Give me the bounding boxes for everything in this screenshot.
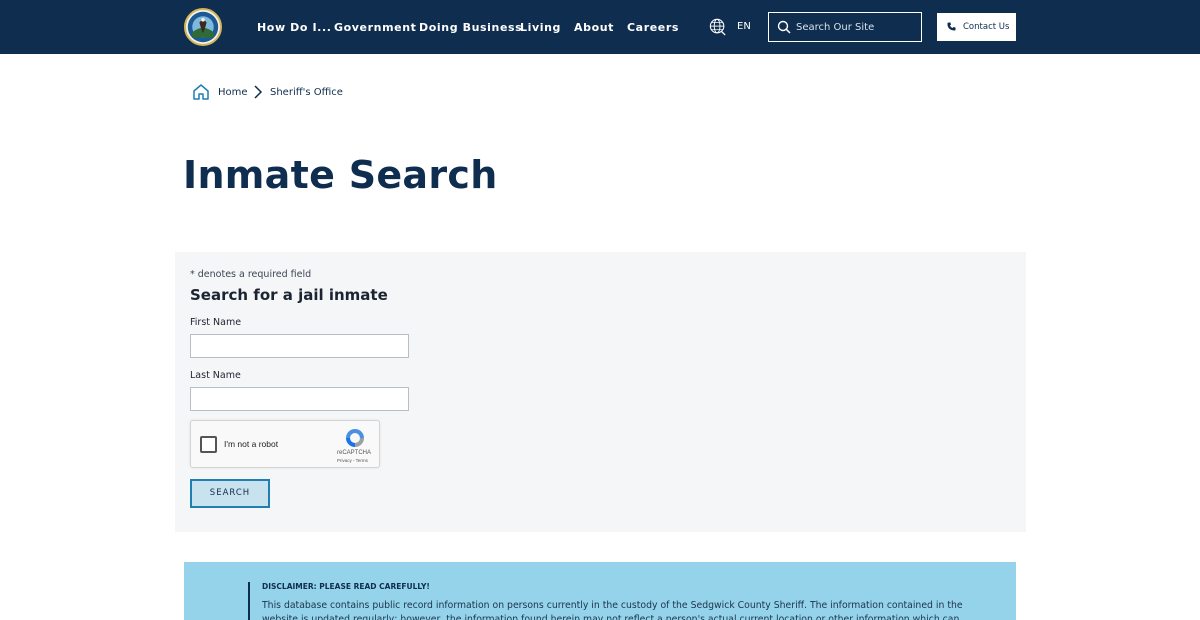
page-title: Inmate Search bbox=[183, 153, 498, 197]
phone-icon bbox=[947, 22, 956, 31]
search-icon[interactable] bbox=[777, 20, 791, 34]
contact-us-button[interactable]: Contact Us bbox=[937, 13, 1016, 41]
language-selector[interactable]: EN bbox=[737, 21, 751, 32]
first-name-input[interactable] bbox=[190, 334, 409, 358]
nav-living[interactable]: Living bbox=[520, 21, 561, 34]
recaptcha-widget: I'm not a robot reCAPTCHA Privacy - Term… bbox=[190, 420, 380, 468]
breadcrumb-home[interactable]: Home bbox=[218, 87, 248, 98]
contact-us-label: Contact Us bbox=[963, 22, 1010, 32]
last-name-input[interactable] bbox=[190, 387, 409, 411]
nav-how-do-i[interactable]: How Do I... bbox=[257, 21, 332, 34]
nav-government[interactable]: Government bbox=[334, 21, 416, 34]
search-input[interactable] bbox=[796, 14, 918, 40]
county-seal-logo[interactable] bbox=[184, 8, 222, 46]
nav-doing-business[interactable]: Doing Business bbox=[419, 21, 522, 34]
recaptcha-brand: reCAPTCHA bbox=[337, 450, 372, 456]
chevron-right-icon bbox=[254, 85, 263, 99]
nav-about[interactable]: About bbox=[574, 21, 614, 34]
search-button[interactable]: SEARCH bbox=[190, 479, 270, 508]
globe-icon[interactable] bbox=[709, 18, 727, 36]
first-name-label: First Name bbox=[190, 317, 242, 328]
recaptcha-privacy-terms[interactable]: Privacy - Terms bbox=[337, 458, 368, 463]
home-icon[interactable] bbox=[192, 83, 210, 101]
site-header: How Do I... Government Doing Business Li… bbox=[0, 0, 1200, 54]
recaptcha-logo-icon bbox=[346, 429, 364, 447]
disclaimer-accent-bar bbox=[248, 582, 250, 620]
disclaimer-text: This database contains public record inf… bbox=[262, 600, 963, 620]
recaptcha-label: I'm not a robot bbox=[224, 439, 279, 449]
disclaimer-title: DISCLAIMER: PLEASE READ CAREFULLY! bbox=[262, 582, 430, 591]
site-search bbox=[768, 12, 922, 42]
required-field-note: * denotes a required field bbox=[190, 269, 312, 280]
recaptcha-checkbox[interactable] bbox=[200, 436, 217, 453]
form-title: Search for a jail inmate bbox=[190, 286, 388, 304]
breadcrumb-sheriffs-office[interactable]: Sheriff's Office bbox=[270, 87, 343, 98]
nav-careers[interactable]: Careers bbox=[627, 21, 679, 34]
last-name-label: Last Name bbox=[190, 370, 241, 381]
